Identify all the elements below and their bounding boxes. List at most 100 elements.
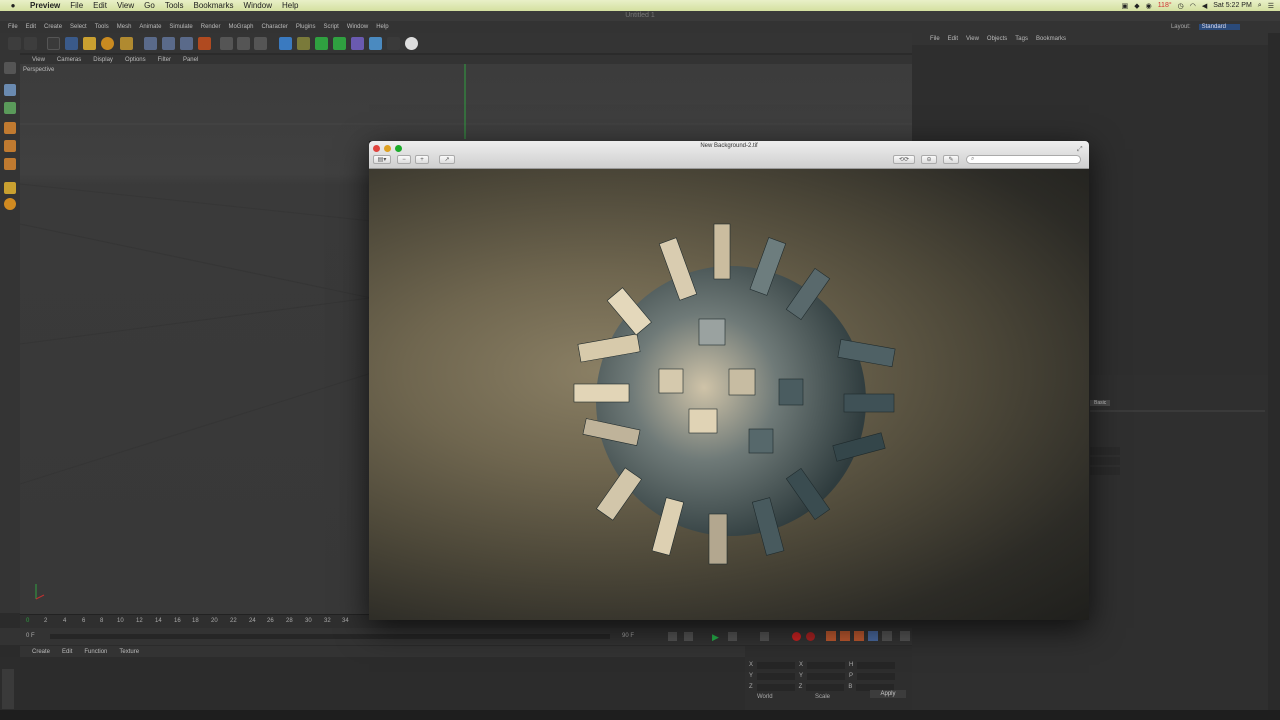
markup-button[interactable]: ⊝: [921, 155, 937, 164]
menu-app-name[interactable]: Preview: [30, 1, 60, 10]
zoom-out-button[interactable]: −: [397, 155, 411, 164]
rotate-tool-icon[interactable]: [101, 37, 114, 50]
play-icon[interactable]: ▶: [712, 632, 719, 643]
share-button[interactable]: ↗: [439, 155, 455, 164]
c4d-menu-plugins[interactable]: Plugins: [296, 24, 316, 30]
snap-icon[interactable]: [4, 198, 16, 210]
spotlight-icon[interactable]: ⌕: [1258, 2, 1262, 10]
menu-tools[interactable]: Tools: [165, 1, 184, 10]
size-z-field[interactable]: [806, 684, 845, 691]
manager-side-tabs[interactable]: [1268, 33, 1280, 710]
viewport-menu-options[interactable]: Options: [125, 57, 146, 63]
material-menu-texture[interactable]: Texture: [119, 649, 139, 655]
floor-icon[interactable]: [369, 37, 382, 50]
apply-button[interactable]: Apply: [870, 690, 906, 698]
viewport-menu-filter[interactable]: Filter: [158, 57, 171, 63]
om-menu-edit[interactable]: Edit: [948, 36, 958, 42]
c4d-menu-render[interactable]: Render: [201, 24, 221, 30]
add-object-icon[interactable]: [120, 37, 133, 50]
step-back-icon[interactable]: [684, 632, 693, 641]
go-to-start-icon[interactable]: [668, 632, 677, 641]
c4d-menu-help[interactable]: Help: [376, 24, 388, 30]
apple-icon[interactable]: ●: [6, 1, 20, 10]
c4d-menu-edit[interactable]: Edit: [26, 24, 36, 30]
edges-mode-icon[interactable]: [4, 140, 16, 152]
edit-toolbar-button[interactable]: ✎: [943, 155, 959, 164]
menu-bookmarks[interactable]: Bookmarks: [194, 1, 234, 10]
frame-start-field[interactable]: 0 F: [26, 633, 35, 639]
om-menu-file[interactable]: File: [930, 36, 940, 42]
keyframe-selection-icon[interactable]: [826, 631, 836, 641]
c4d-menu-window[interactable]: Window: [347, 24, 368, 30]
preview-titlebar[interactable]: New Background-2.tif ⤢ ▤▾ − + ↗ ⟲⟳ ⊝ ✎ ⌕: [369, 141, 1089, 169]
coords-mode-dropdown[interactable]: World: [757, 694, 773, 700]
undo-icon[interactable]: [8, 37, 21, 50]
layout-selector[interactable]: Layout: Standard: [1171, 24, 1240, 30]
position-x-field[interactable]: [757, 662, 796, 669]
notification-icon[interactable]: ☰: [1268, 2, 1274, 10]
coordinate-system-icon[interactable]: [198, 37, 211, 50]
record-icon[interactable]: [792, 632, 801, 641]
preview-image[interactable]: [369, 169, 1089, 620]
light-object-icon[interactable]: [405, 37, 418, 50]
c4d-menu-character[interactable]: Character: [261, 24, 287, 30]
c4d-menu-simulate[interactable]: Simulate: [169, 24, 192, 30]
array-icon[interactable]: [333, 37, 346, 50]
om-menu-view[interactable]: View: [966, 36, 979, 42]
viewport-menu-display[interactable]: Display: [93, 57, 113, 63]
material-menu-edit[interactable]: Edit: [62, 649, 72, 655]
coords-scale-dropdown[interactable]: Scale: [815, 694, 830, 700]
position-y-field[interactable]: [757, 673, 796, 680]
material-manager-area[interactable]: [0, 657, 745, 710]
material-menu-create[interactable]: Create: [32, 649, 50, 655]
cube-object-icon[interactable]: [279, 37, 292, 50]
om-menu-objects[interactable]: Objects: [987, 36, 1007, 42]
menu-edit[interactable]: Edit: [93, 1, 107, 10]
y-axis-lock-icon[interactable]: [162, 37, 175, 50]
axis-mode-icon[interactable]: [4, 182, 16, 194]
menu-go[interactable]: Go: [144, 1, 155, 10]
nurbs-icon[interactable]: [315, 37, 328, 50]
evernote-icon[interactable]: ◉: [1146, 2, 1152, 10]
menu-window[interactable]: Window: [244, 1, 272, 10]
menu-help[interactable]: Help: [282, 1, 298, 10]
viewport-menu-panel[interactable]: Panel: [183, 57, 198, 63]
c4d-menu-file[interactable]: File: [8, 24, 18, 30]
timeline-layout-icon[interactable]: [900, 631, 910, 641]
timemachine-icon[interactable]: ◷: [1178, 2, 1184, 10]
c4d-menu-select[interactable]: Select: [70, 24, 87, 30]
parameter-key-icon[interactable]: [882, 631, 892, 641]
om-menu-bookmarks[interactable]: Bookmarks: [1036, 36, 1066, 42]
render-settings-icon[interactable]: [254, 37, 267, 50]
camera-icon[interactable]: ▣: [1122, 2, 1129, 10]
dropbox-icon[interactable]: ◆: [1134, 2, 1139, 10]
autokey-icon[interactable]: [806, 632, 815, 641]
render-view-icon[interactable]: [220, 37, 233, 50]
rotate-button[interactable]: ⟲⟳: [893, 155, 915, 164]
menu-file[interactable]: File: [70, 1, 83, 10]
layout-value[interactable]: Standard: [1198, 24, 1240, 30]
select-arrow-icon[interactable]: [47, 37, 60, 50]
move-tool-icon[interactable]: [65, 37, 78, 50]
object-mode-icon[interactable]: [4, 84, 16, 96]
attr-tab-basic[interactable]: Basic: [1090, 400, 1111, 406]
c4d-menu-create[interactable]: Create: [44, 24, 62, 30]
go-to-end-icon[interactable]: [760, 632, 769, 641]
size-x-field[interactable]: [807, 662, 846, 669]
rotation-h-field[interactable]: [857, 662, 896, 669]
c4d-menu-tools[interactable]: Tools: [95, 24, 109, 30]
fullscreen-icon[interactable]: ⤢: [1077, 146, 1084, 153]
clock[interactable]: Sat 5:22 PM: [1213, 2, 1252, 9]
menu-view[interactable]: View: [117, 1, 134, 10]
points-mode-icon[interactable]: [4, 122, 16, 134]
scale-tool-icon[interactable]: [83, 37, 96, 50]
frame-end-field[interactable]: 90 F: [622, 633, 634, 639]
material-menu-function[interactable]: Function: [84, 649, 107, 655]
position-z-field[interactable]: [756, 684, 795, 691]
sidebar-toggle-button[interactable]: ▤▾: [373, 155, 391, 164]
zoom-in-button[interactable]: +: [415, 155, 429, 164]
c4d-menu-mesh[interactable]: Mesh: [117, 24, 132, 30]
wifi-icon[interactable]: ◠: [1190, 2, 1196, 10]
render-picture-viewer-icon[interactable]: [237, 37, 250, 50]
c4d-menu-mograph[interactable]: MoGraph: [228, 24, 253, 30]
